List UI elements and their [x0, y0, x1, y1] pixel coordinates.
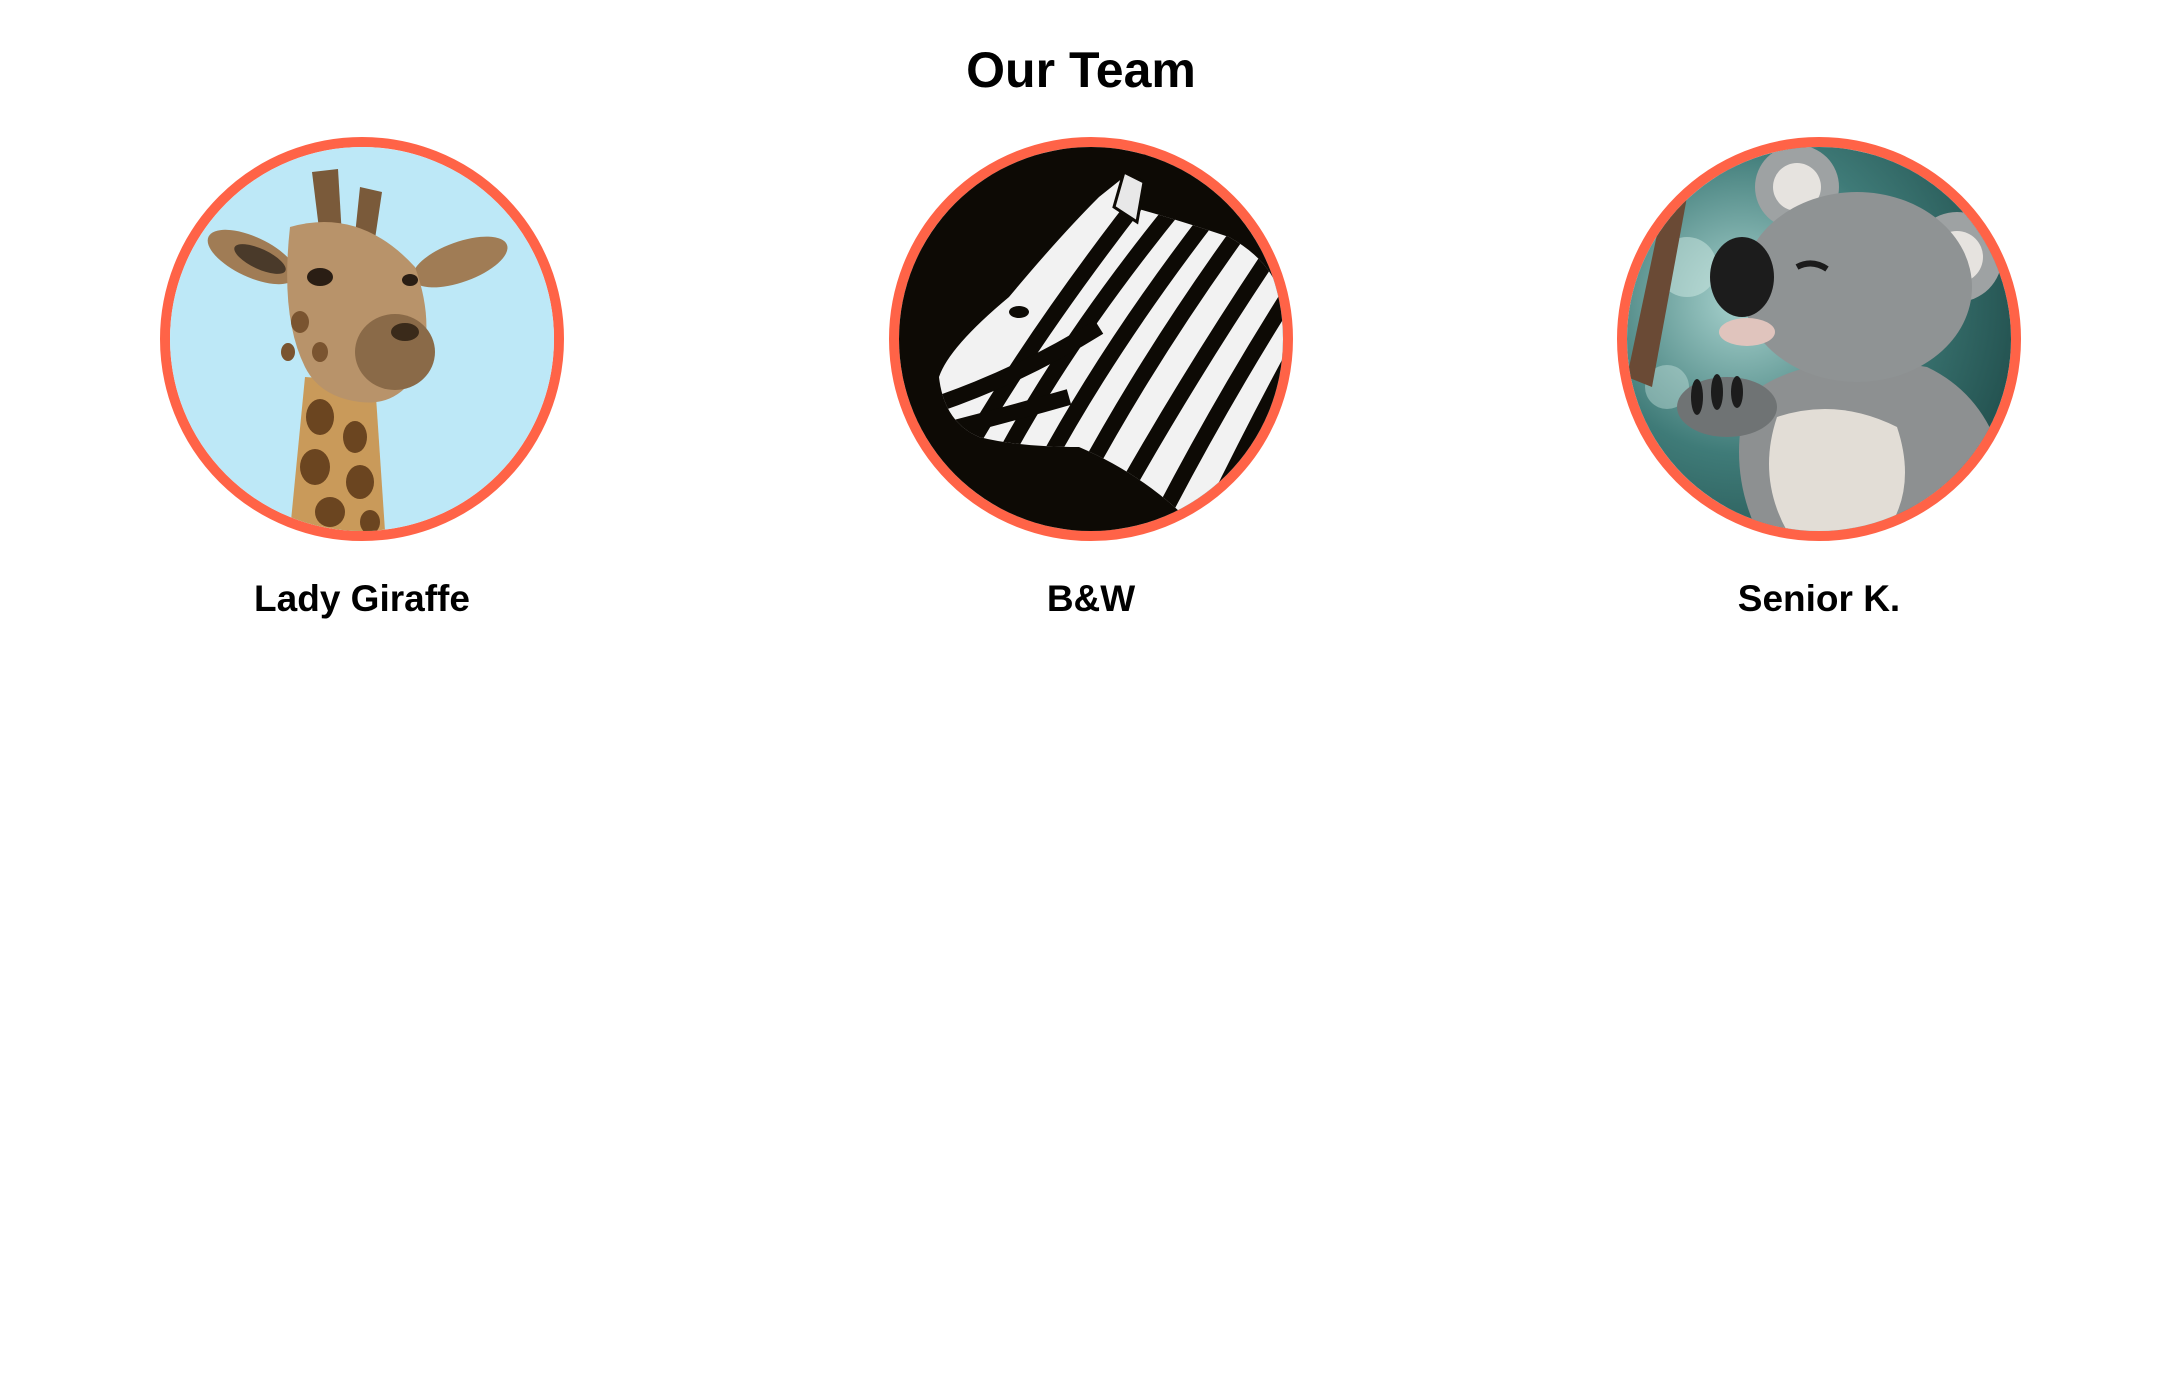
member-name: B&W [1046, 578, 1136, 619]
member-name: Lady Giraffe [254, 578, 470, 619]
team-member-card: B&W [889, 137, 1293, 621]
team-member-card: Lady Giraffe [160, 137, 564, 621]
giraffe-photo [160, 137, 564, 541]
member-name: Senior K. [1737, 578, 1901, 619]
koala-photo [1617, 137, 2021, 541]
zebra-photo [889, 137, 1293, 541]
page-title: Our Team [966, 42, 1196, 98]
team-member-card: Senior K. [1617, 137, 2021, 621]
